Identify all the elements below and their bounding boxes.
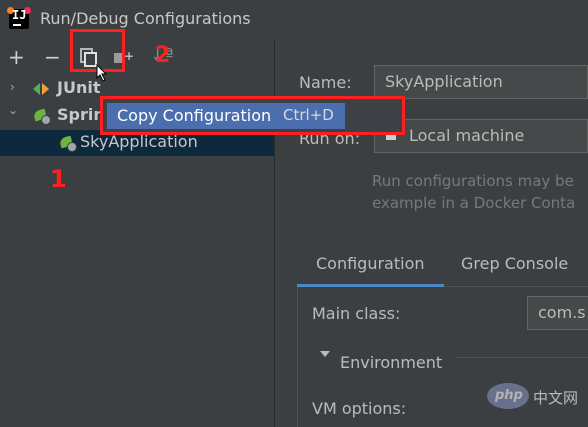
main-class-label: Main class: <box>312 304 401 323</box>
copy-configuration-shortcut: Ctrl+D <box>283 106 334 124</box>
main-class-value: com.s <box>538 303 586 322</box>
environment-section-label[interactable]: Environment <box>340 353 442 372</box>
copy-configuration-tooltip: Copy Configuration Ctrl+D <box>100 96 405 135</box>
section-divider <box>456 357 588 358</box>
php-cn-watermark: php 中文网 <box>487 383 583 413</box>
annotation-marker-1: 1 <box>50 165 67 193</box>
intellij-app-icon: IJ <box>7 7 31 29</box>
run-on-hint-line1: Run configurations may be <box>372 172 574 190</box>
spring-boot-icon <box>58 135 77 152</box>
php-logo: php <box>487 383 529 409</box>
triangle-down-icon[interactable] <box>320 351 330 357</box>
watermark-text: 中文网 <box>533 389 579 407</box>
tab-grep-console[interactable]: Grep Console <box>461 254 568 273</box>
name-field[interactable]: SkyApplication <box>374 65 588 99</box>
chevron-down-icon[interactable]: ⌄ <box>8 103 18 117</box>
copy-configuration-label: Copy Configuration <box>117 106 272 125</box>
run-on-hint-line2: example in a Docker Conta <box>372 194 576 212</box>
vm-options-label: VM options: <box>312 399 407 418</box>
window-title: Run/Debug Configurations <box>40 9 251 28</box>
main-class-field[interactable]: com.s <box>527 296 588 330</box>
annotation-marker-2: 2 <box>155 43 171 68</box>
tab-configuration[interactable]: Configuration <box>316 254 425 273</box>
minus-icon[interactable]: − <box>44 47 61 67</box>
chevron-right-icon[interactable]: › <box>10 80 15 94</box>
run-on-value: Local machine <box>409 126 525 145</box>
name-label: Name: <box>299 73 352 92</box>
plus-icon[interactable]: + <box>8 47 25 67</box>
config-tabs: Configuration Grep Console <box>297 246 588 287</box>
run-on-select[interactable]: Local machine <box>374 119 588 153</box>
name-field-value: SkyApplication <box>385 72 503 91</box>
tree-item-label: JUnit <box>57 78 101 97</box>
configurations-toolbar: + − + ↓ª 2 <box>0 29 274 82</box>
spring-boot-icon <box>32 108 51 125</box>
